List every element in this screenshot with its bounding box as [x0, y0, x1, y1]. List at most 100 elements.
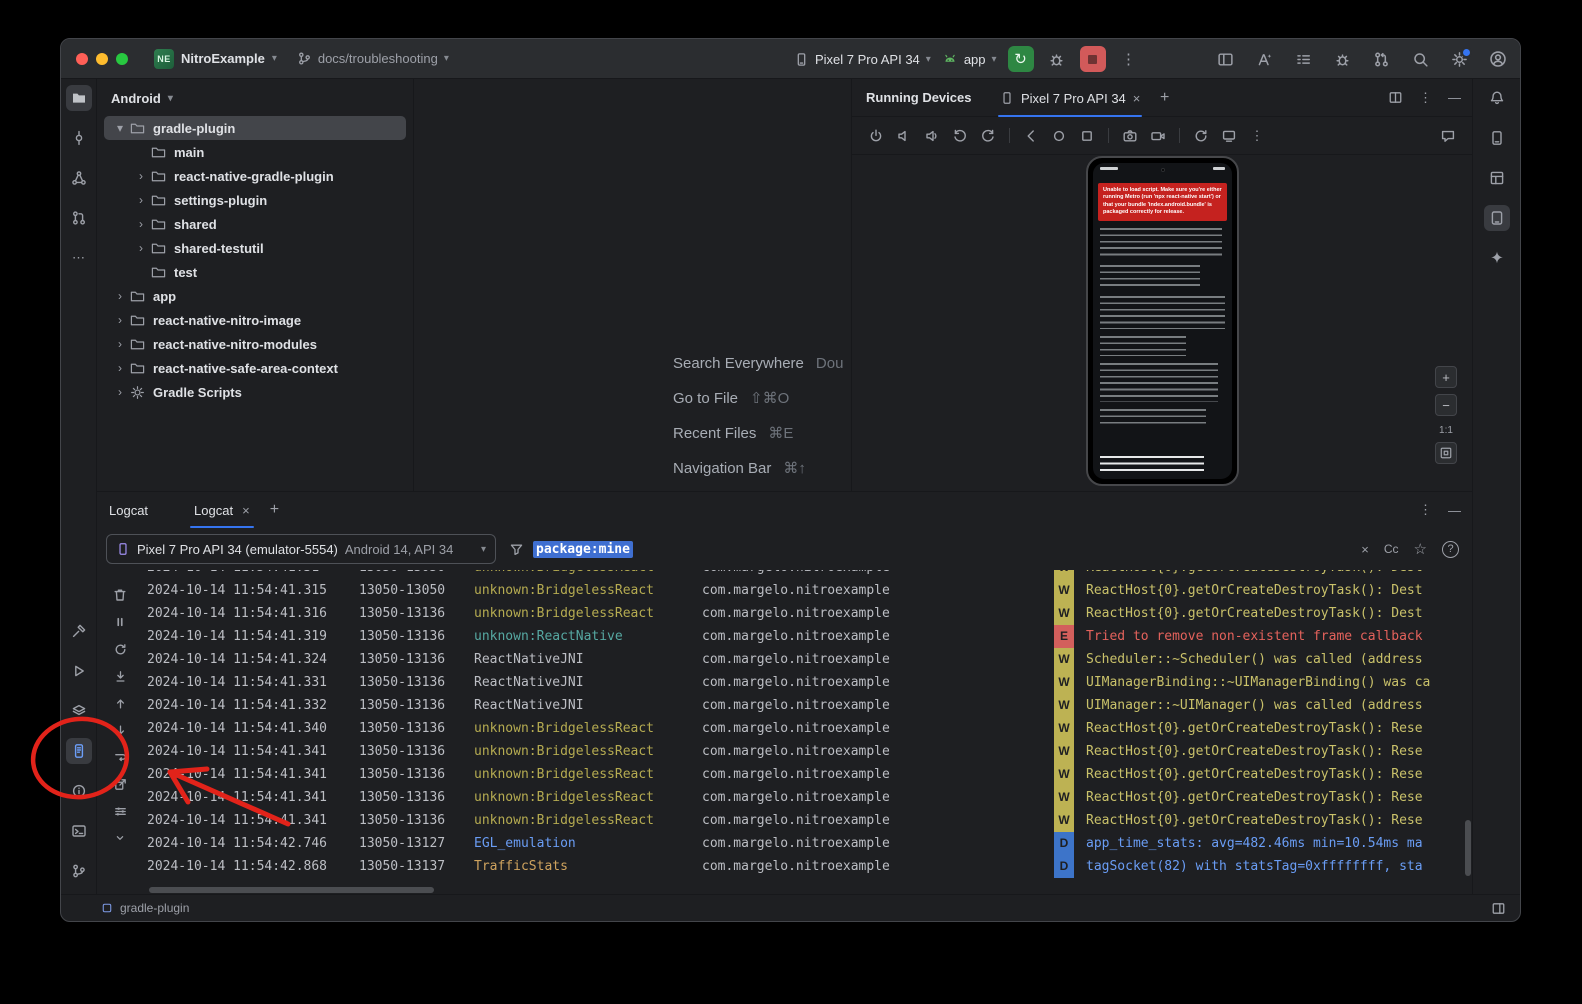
- device-explorer-tool-button[interactable]: [1484, 125, 1510, 151]
- logcat-row[interactable]: 2024-10-14 11:54:41.34013050-13136unknow…: [147, 717, 1465, 740]
- split-panel-icon[interactable]: [1388, 90, 1403, 105]
- logcat-row[interactable]: 2024-10-14 11:54:41.33213050-13136ReactN…: [147, 694, 1465, 717]
- tree-item-react-native-nitro-modules[interactable]: ›react-native-nitro-modules: [104, 332, 406, 356]
- export-logs-icon[interactable]: [111, 775, 129, 793]
- chevron-right-icon[interactable]: ›: [133, 217, 149, 231]
- logcat-row[interactable]: 2024-10-14 11:54:41.31913050-13136unknow…: [147, 625, 1465, 648]
- soft-wrap-icon[interactable]: [111, 748, 129, 766]
- minimize-panel-icon[interactable]: —: [1448, 503, 1461, 518]
- help-icon[interactable]: ?: [1442, 541, 1459, 558]
- logcat-row[interactable]: 2024-10-14 11:54:41.3113050-13050unknown…: [147, 570, 1465, 579]
- account-avatar-icon[interactable]: [1488, 49, 1508, 69]
- zoom-fit-button[interactable]: [1435, 442, 1457, 464]
- rotate-right-icon[interactable]: [977, 125, 999, 147]
- close-icon[interactable]: ×: [1133, 91, 1141, 106]
- chevron-right-icon[interactable]: ›: [133, 193, 149, 207]
- new-logcat-tab-button[interactable]: +: [270, 501, 279, 519]
- scroll-to-end-icon[interactable]: [111, 667, 129, 685]
- logcat-tool-button[interactable]: [66, 738, 92, 764]
- notifications-bell-icon[interactable]: [1484, 85, 1510, 111]
- project-selector[interactable]: NE NitroExample ▾: [154, 49, 277, 69]
- logcat-row[interactable]: 2024-10-14 11:54:42.86813050-13137Traffi…: [147, 855, 1465, 878]
- services-tool-button[interactable]: [66, 698, 92, 724]
- structure-tool-button[interactable]: [66, 165, 92, 191]
- chevron-right-icon[interactable]: ›: [112, 289, 128, 303]
- logcat-row[interactable]: 2024-10-14 11:54:41.34113050-13136unknow…: [147, 809, 1465, 832]
- logcat-row[interactable]: 2024-10-14 11:54:41.34113050-13136unknow…: [147, 786, 1465, 809]
- pull-requests-tool-button[interactable]: [66, 205, 92, 231]
- tree-item-test[interactable]: test: [104, 260, 406, 284]
- minimize-panel-icon[interactable]: —: [1448, 90, 1461, 105]
- logcat-row[interactable]: 2024-10-14 11:54:41.34113050-13136unknow…: [147, 740, 1465, 763]
- logcat-row[interactable]: 2024-10-14 11:54:41.33113050-13136ReactN…: [147, 671, 1465, 694]
- android-overview-button-icon[interactable]: [1076, 125, 1098, 147]
- screenshot-camera-icon[interactable]: [1119, 125, 1141, 147]
- chevron-right-icon[interactable]: ›: [112, 313, 128, 327]
- device-selector[interactable]: Pixel 7 Pro API 34 ▾: [794, 52, 931, 67]
- chevron-right-icon[interactable]: ›: [112, 337, 128, 351]
- rotate-left-icon[interactable]: [949, 125, 971, 147]
- chevron-right-icon[interactable]: ›: [133, 241, 149, 255]
- display-mode-icon[interactable]: [1218, 125, 1240, 147]
- version-control-tool-button[interactable]: [66, 858, 92, 884]
- snapshot-restore-icon[interactable]: [1190, 125, 1212, 147]
- match-case-toggle[interactable]: Cc: [1384, 542, 1399, 556]
- logcat-row[interactable]: 2024-10-14 11:54:41.34113050-13136unknow…: [147, 763, 1465, 786]
- chevron-right-icon[interactable]: ›: [133, 169, 149, 183]
- android-back-button-icon[interactable]: [1020, 125, 1042, 147]
- commit-tool-button[interactable]: [66, 125, 92, 151]
- more-side-actions-chevron-icon[interactable]: [111, 829, 129, 847]
- statusbar-layout-icon[interactable]: [1491, 901, 1506, 916]
- chevron-right-icon[interactable]: ›: [112, 361, 128, 375]
- logcat-row[interactable]: 2024-10-14 11:54:41.32413050-13136ReactN…: [147, 648, 1465, 671]
- tree-item-react-native-nitro-image[interactable]: ›react-native-nitro-image: [104, 308, 406, 332]
- tree-item-gradle-plugin[interactable]: ▾gradle-plugin: [104, 116, 406, 140]
- layout-windows-icon[interactable]: [1215, 49, 1235, 69]
- stop-button[interactable]: [1080, 46, 1106, 72]
- layout-inspector-tool-button[interactable]: [1484, 165, 1510, 191]
- device-tab[interactable]: Pixel 7 Pro API 34 ×: [990, 79, 1150, 117]
- tree-item-main[interactable]: main: [104, 140, 406, 164]
- emulator-screen[interactable]: Unable to load script. Make sure you're …: [1093, 163, 1232, 479]
- vcs-branch-selector[interactable]: docs/troubleshooting ▾: [297, 51, 449, 66]
- favorite-filter-star-icon[interactable]: ☆: [1414, 540, 1427, 558]
- logcat-row[interactable]: 2024-10-14 11:54:41.31513050-13050unknow…: [147, 579, 1465, 602]
- pull-request-icon[interactable]: [1371, 49, 1391, 69]
- add-device-tab-button[interactable]: +: [1160, 89, 1169, 107]
- tree-item-app[interactable]: ›app: [104, 284, 406, 308]
- rerun-button[interactable]: ↻: [1008, 46, 1034, 72]
- horizontal-scrollbar[interactable]: [149, 887, 434, 893]
- previous-occurrence-icon[interactable]: [111, 694, 129, 712]
- tree-item-shared[interactable]: ›shared: [104, 212, 406, 236]
- terminal-tool-button[interactable]: [66, 818, 92, 844]
- logcat-tab[interactable]: Logcat ×: [184, 492, 260, 528]
- close-window-button[interactable]: [76, 53, 88, 65]
- gemini-sparkle-icon[interactable]: [1484, 245, 1510, 271]
- zoom-in-button[interactable]: +: [1435, 366, 1457, 388]
- debug-button[interactable]: [1045, 47, 1069, 71]
- running-devices-tool-button[interactable]: [1484, 205, 1510, 231]
- tree-item-react-native-safe-area-context[interactable]: ›react-native-safe-area-context: [104, 356, 406, 380]
- volume-up-icon[interactable]: [921, 125, 943, 147]
- settings-icon[interactable]: [1449, 49, 1469, 69]
- ai-assistant-icon[interactable]: [1254, 49, 1274, 69]
- build-tool-button[interactable]: [66, 618, 92, 644]
- android-home-button-icon[interactable]: [1048, 125, 1070, 147]
- panel-options-icon[interactable]: ⋮: [1419, 90, 1432, 106]
- pause-logcat-icon[interactable]: [111, 613, 129, 631]
- problems-bug-icon[interactable]: [1332, 49, 1352, 69]
- power-button-icon[interactable]: [865, 125, 887, 147]
- run-tool-button[interactable]: [66, 658, 92, 684]
- clear-logcat-trash-icon[interactable]: [111, 586, 129, 604]
- panel-options-icon[interactable]: ⋮: [1419, 502, 1432, 518]
- screen-record-icon[interactable]: [1147, 125, 1169, 147]
- tree-item-shared-testutil[interactable]: ›shared-testutil: [104, 236, 406, 260]
- logcat-row[interactable]: 2024-10-14 11:54:41.31613050-13136unknow…: [147, 602, 1465, 625]
- search-icon[interactable]: [1410, 49, 1430, 69]
- todo-list-icon[interactable]: [1293, 49, 1313, 69]
- editor-area[interactable]: Search EverywhereDouGo to File⇧⌘ORecent …: [414, 79, 852, 491]
- emulator-phone-display[interactable]: Unable to load script. Make sure you're …: [1086, 156, 1239, 486]
- logcat-settings-sliders-icon[interactable]: [111, 802, 129, 820]
- logcat-rows[interactable]: 2024-10-14 11:54:41.3113050-13050unknown…: [147, 570, 1465, 886]
- logcat-filter-input[interactable]: package:mine: [509, 534, 1361, 564]
